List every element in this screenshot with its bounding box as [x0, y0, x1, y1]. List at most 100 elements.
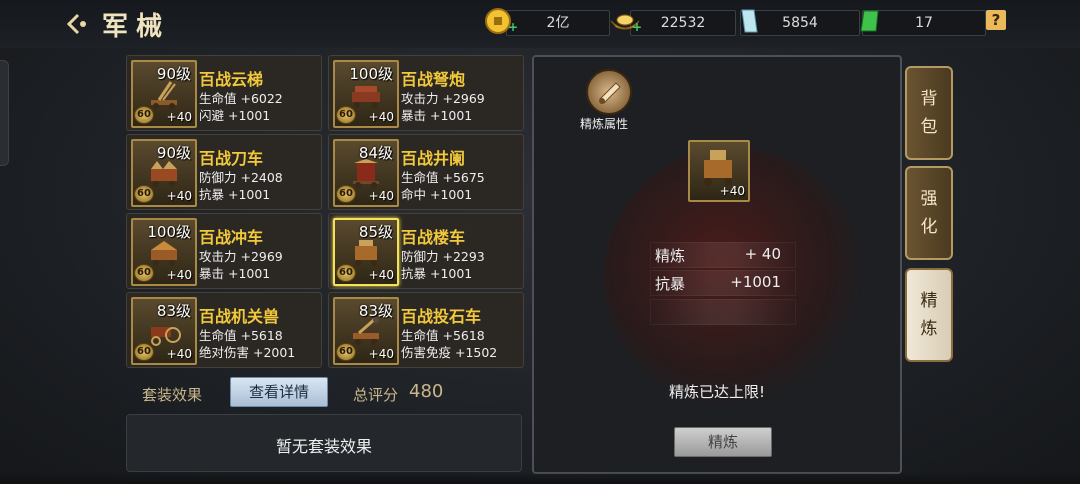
item-plus: +40: [166, 189, 192, 203]
item-name: 百战楼车: [401, 228, 466, 247]
refine-max-text: 精炼已达上限!: [668, 383, 765, 401]
tab-enhance[interactable]: 强 化: [905, 166, 953, 260]
copper-coin-value: 2亿: [546, 15, 570, 31]
tab-backpack[interactable]: 背 包: [905, 66, 953, 160]
refine-row-key: 精炼: [655, 247, 686, 265]
item-icon-selected: 85级 60 +40: [333, 218, 399, 286]
tab-refine[interactable]: 精 炼: [905, 268, 953, 362]
item-card-nupao[interactable]: 100级 60 +40 百战弩炮 攻击力 +2969 暴击 +1001: [328, 55, 524, 131]
item-name: 百战井阑: [401, 149, 466, 168]
blade-cart-icon: [151, 161, 177, 187]
item-badge: 60: [336, 264, 356, 282]
item-badge: 60: [336, 106, 356, 124]
add-gold-icon[interactable]: +: [632, 20, 642, 34]
selected-item-plus: +40: [719, 184, 745, 198]
jade-icon: [858, 7, 882, 35]
crystal-value: 5854: [782, 15, 818, 31]
item-badge: 60: [336, 185, 356, 203]
siege-tower-icon: [353, 159, 379, 188]
item-name: 百战机关兽: [199, 307, 280, 326]
item-card-jiguanshou[interactable]: 83级 60 +40 百战机关兽 生命值 +5618 绝对伤害 +2001: [126, 292, 322, 368]
item-stat-2: 暴击 +1001: [401, 108, 473, 123]
item-level: 85级: [358, 223, 393, 241]
bottom-shadow: [0, 472, 1080, 484]
refine-row-key: 抗暴: [655, 275, 686, 293]
item-stat-2: 抗暴 +1001: [199, 187, 271, 202]
top-bar: 军械 2亿 + 22532 + 5854 17 ?: [0, 0, 1080, 48]
item-plus: +40: [166, 110, 192, 124]
catapult-icon: [353, 317, 379, 345]
refine-button[interactable]: 精炼: [674, 427, 772, 457]
view-details-button[interactable]: 查看详情: [230, 377, 328, 407]
item-card-yunti[interactable]: 90级 60 +40 百战云梯 生命值 +6022 闪避 +1001: [126, 55, 322, 131]
item-icon: 83级 60 +40: [131, 297, 197, 365]
gold-ingot-value: 22532: [660, 15, 706, 31]
battering-ram-icon: [151, 241, 177, 266]
tab-char: 化: [920, 217, 938, 237]
item-card-chongche[interactable]: 100级 60 +40 百战冲车 攻击力 +2969 暴击 +1001: [126, 213, 322, 289]
item-stat-2: 暴击 +1001: [199, 266, 271, 281]
item-name: 百战投石车: [401, 307, 482, 326]
item-level: 90级: [156, 65, 191, 83]
item-name: 百战冲车: [199, 228, 264, 247]
page-title: 军械: [102, 12, 171, 42]
total-score-value: 480: [409, 381, 444, 402]
refine-attribute-label: 精炼属性: [580, 117, 629, 131]
left-edge-tab[interactable]: [0, 60, 9, 166]
item-icon: 90级 60 +40: [131, 139, 197, 207]
scroll-icon: [599, 82, 621, 104]
gold-ingot-counter: 22532: [630, 10, 736, 36]
item-plus: +40: [166, 347, 192, 361]
item-badge: 60: [134, 185, 154, 203]
total-score-label: 总评分: [353, 386, 399, 404]
item-level: 100级: [349, 65, 393, 83]
set-effect-empty-text: 暂无套装效果: [275, 437, 372, 456]
item-stat-2: 闪避 +1001: [199, 108, 271, 123]
item-name: 百战刀车: [199, 149, 264, 168]
item-name: 百战云梯: [199, 70, 264, 89]
refine-attribute-button[interactable]: [586, 69, 632, 115]
item-icon: 100级 60 +40: [333, 60, 399, 128]
jade-value: 17: [915, 15, 933, 31]
help-button[interactable]: ?: [986, 10, 1006, 30]
item-icon: 90级 60 +40: [131, 60, 197, 128]
item-card-louche[interactable]: 85级 60 +40 百战楼车 防御力 +2293 抗暴 +1001: [328, 213, 524, 289]
item-icon: 100级 60 +40: [131, 218, 197, 286]
refine-row-empty: [650, 299, 796, 325]
item-level: 90级: [156, 144, 191, 162]
selected-item-icon: +40: [688, 140, 750, 202]
tower-cart-icon: [355, 240, 377, 266]
tab-char: 包: [920, 117, 938, 137]
crystal-icon: [738, 7, 758, 35]
item-icon: 84级 60 +40: [333, 139, 399, 207]
item-card-jinglan[interactable]: 84级 60 +40 百战井阑 生命值 +5675 命中 +1001: [328, 134, 524, 210]
item-plus: +40: [368, 110, 394, 124]
item-plus: +40: [368, 189, 394, 203]
item-level: 100级: [147, 223, 191, 241]
item-stat-2: 绝对伤害 +2001: [199, 345, 296, 360]
item-card-daoche[interactable]: 90级 60 +40 百战刀车 防御力 +2408 抗暴 +1001: [126, 134, 322, 210]
item-stat-2: 伤害免疫 +1502: [401, 345, 498, 360]
tab-char: 强: [920, 189, 938, 209]
tab-char: 炼: [920, 319, 938, 339]
tab-char: 精: [920, 291, 938, 311]
crystal-counter: 5854: [740, 10, 860, 36]
refine-panel: 精炼属性 +40 精炼 + 40 抗暴 +1001 精炼已达上限! 精炼: [532, 55, 902, 474]
item-badge: 60: [134, 106, 154, 124]
back-arrow-icon[interactable]: [64, 10, 92, 38]
item-plus: +40: [166, 268, 192, 282]
item-stat-2: 命中 +1001: [401, 187, 473, 202]
item-stat-2: 抗暴 +1001: [401, 266, 473, 281]
refine-row: 精炼 + 40: [650, 242, 796, 268]
refine-row: 抗暴 +1001: [650, 270, 796, 296]
add-copper-icon[interactable]: +: [508, 20, 518, 34]
item-level: 83级: [358, 302, 393, 320]
mechanical-beast-icon: [151, 327, 181, 346]
item-name: 百战弩炮: [401, 70, 466, 89]
copper-coin-counter: 2亿: [506, 10, 610, 36]
item-badge: 60: [336, 343, 356, 361]
tab-char: 背: [920, 89, 938, 109]
item-card-toushiche[interactable]: 83级 60 +40 百战投石车 生命值 +5618 伤害免疫 +1502: [328, 292, 524, 368]
item-badge: 60: [134, 264, 154, 282]
item-icon: 83级 60 +40: [333, 297, 399, 365]
